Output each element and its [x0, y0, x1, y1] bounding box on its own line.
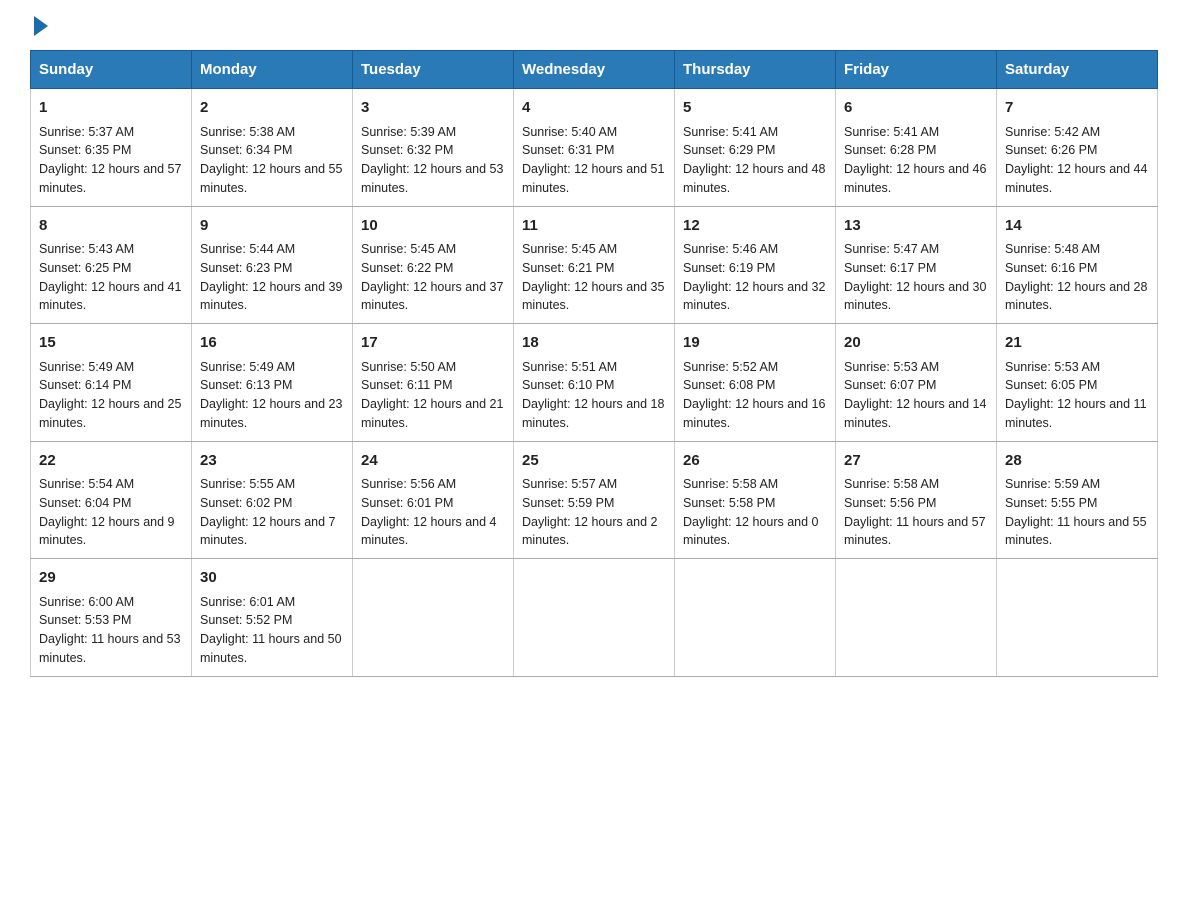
calendar-cell: 16Sunrise: 5:49 AMSunset: 6:13 PMDayligh… — [192, 324, 353, 442]
calendar-cell: 19Sunrise: 5:52 AMSunset: 6:08 PMDayligh… — [675, 324, 836, 442]
calendar-header-sunday: Sunday — [31, 51, 192, 89]
day-number: 6 — [844, 97, 988, 120]
day-number: 13 — [844, 215, 988, 238]
calendar-header-wednesday: Wednesday — [514, 51, 675, 89]
day-number: 15 — [39, 332, 183, 355]
day-number: 25 — [522, 450, 666, 473]
calendar-cell — [675, 559, 836, 677]
calendar-cell: 15Sunrise: 5:49 AMSunset: 6:14 PMDayligh… — [31, 324, 192, 442]
calendar-cell: 14Sunrise: 5:48 AMSunset: 6:16 PMDayligh… — [997, 206, 1158, 324]
calendar-week-row-1: 1Sunrise: 5:37 AMSunset: 6:35 PMDaylight… — [31, 89, 1158, 207]
calendar-week-row-2: 8Sunrise: 5:43 AMSunset: 6:25 PMDaylight… — [31, 206, 1158, 324]
calendar-cell: 29Sunrise: 6:00 AMSunset: 5:53 PMDayligh… — [31, 559, 192, 677]
day-number: 5 — [683, 97, 827, 120]
calendar-week-row-3: 15Sunrise: 5:49 AMSunset: 6:14 PMDayligh… — [31, 324, 1158, 442]
calendar-week-row-5: 29Sunrise: 6:00 AMSunset: 5:53 PMDayligh… — [31, 559, 1158, 677]
day-number: 28 — [1005, 450, 1149, 473]
calendar-cell: 8Sunrise: 5:43 AMSunset: 6:25 PMDaylight… — [31, 206, 192, 324]
calendar-cell: 10Sunrise: 5:45 AMSunset: 6:22 PMDayligh… — [353, 206, 514, 324]
day-number: 30 — [200, 567, 344, 590]
calendar-cell: 3Sunrise: 5:39 AMSunset: 6:32 PMDaylight… — [353, 89, 514, 207]
calendar-header-thursday: Thursday — [675, 51, 836, 89]
day-number: 16 — [200, 332, 344, 355]
day-number: 18 — [522, 332, 666, 355]
calendar-cell — [997, 559, 1158, 677]
calendar-cell: 23Sunrise: 5:55 AMSunset: 6:02 PMDayligh… — [192, 441, 353, 559]
calendar-header-tuesday: Tuesday — [353, 51, 514, 89]
day-number: 3 — [361, 97, 505, 120]
day-number: 26 — [683, 450, 827, 473]
calendar-cell — [353, 559, 514, 677]
calendar-cell: 27Sunrise: 5:58 AMSunset: 5:56 PMDayligh… — [836, 441, 997, 559]
day-number: 10 — [361, 215, 505, 238]
calendar-cell: 5Sunrise: 5:41 AMSunset: 6:29 PMDaylight… — [675, 89, 836, 207]
calendar-cell: 13Sunrise: 5:47 AMSunset: 6:17 PMDayligh… — [836, 206, 997, 324]
day-number: 23 — [200, 450, 344, 473]
calendar-cell: 25Sunrise: 5:57 AMSunset: 5:59 PMDayligh… — [514, 441, 675, 559]
logo-arrow-icon — [34, 16, 48, 36]
day-number: 29 — [39, 567, 183, 590]
calendar-cell: 7Sunrise: 5:42 AMSunset: 6:26 PMDaylight… — [997, 89, 1158, 207]
calendar-cell: 24Sunrise: 5:56 AMSunset: 6:01 PMDayligh… — [353, 441, 514, 559]
calendar-header-row: SundayMondayTuesdayWednesdayThursdayFrid… — [31, 51, 1158, 89]
calendar-cell: 26Sunrise: 5:58 AMSunset: 5:58 PMDayligh… — [675, 441, 836, 559]
calendar-cell: 28Sunrise: 5:59 AMSunset: 5:55 PMDayligh… — [997, 441, 1158, 559]
day-number: 19 — [683, 332, 827, 355]
calendar-cell: 30Sunrise: 6:01 AMSunset: 5:52 PMDayligh… — [192, 559, 353, 677]
day-number: 1 — [39, 97, 183, 120]
calendar-header-monday: Monday — [192, 51, 353, 89]
day-number: 20 — [844, 332, 988, 355]
calendar-cell: 4Sunrise: 5:40 AMSunset: 6:31 PMDaylight… — [514, 89, 675, 207]
day-number: 11 — [522, 215, 666, 238]
day-number: 4 — [522, 97, 666, 120]
calendar-header-friday: Friday — [836, 51, 997, 89]
calendar-cell — [514, 559, 675, 677]
day-number: 14 — [1005, 215, 1149, 238]
calendar-cell: 11Sunrise: 5:45 AMSunset: 6:21 PMDayligh… — [514, 206, 675, 324]
page-header — [30, 20, 1158, 30]
day-number: 12 — [683, 215, 827, 238]
day-number: 21 — [1005, 332, 1149, 355]
calendar-header-saturday: Saturday — [997, 51, 1158, 89]
day-number: 9 — [200, 215, 344, 238]
calendar-cell: 21Sunrise: 5:53 AMSunset: 6:05 PMDayligh… — [997, 324, 1158, 442]
calendar-cell: 2Sunrise: 5:38 AMSunset: 6:34 PMDaylight… — [192, 89, 353, 207]
day-number: 27 — [844, 450, 988, 473]
calendar-week-row-4: 22Sunrise: 5:54 AMSunset: 6:04 PMDayligh… — [31, 441, 1158, 559]
calendar-cell — [836, 559, 997, 677]
logo — [30, 20, 48, 30]
calendar-cell: 20Sunrise: 5:53 AMSunset: 6:07 PMDayligh… — [836, 324, 997, 442]
calendar-cell: 12Sunrise: 5:46 AMSunset: 6:19 PMDayligh… — [675, 206, 836, 324]
calendar-cell: 6Sunrise: 5:41 AMSunset: 6:28 PMDaylight… — [836, 89, 997, 207]
calendar-cell: 18Sunrise: 5:51 AMSunset: 6:10 PMDayligh… — [514, 324, 675, 442]
day-number: 7 — [1005, 97, 1149, 120]
day-number: 2 — [200, 97, 344, 120]
calendar-cell: 22Sunrise: 5:54 AMSunset: 6:04 PMDayligh… — [31, 441, 192, 559]
day-number: 24 — [361, 450, 505, 473]
day-number: 8 — [39, 215, 183, 238]
calendar-cell: 17Sunrise: 5:50 AMSunset: 6:11 PMDayligh… — [353, 324, 514, 442]
calendar-table: SundayMondayTuesdayWednesdayThursdayFrid… — [30, 50, 1158, 677]
calendar-cell: 1Sunrise: 5:37 AMSunset: 6:35 PMDaylight… — [31, 89, 192, 207]
day-number: 22 — [39, 450, 183, 473]
calendar-cell: 9Sunrise: 5:44 AMSunset: 6:23 PMDaylight… — [192, 206, 353, 324]
day-number: 17 — [361, 332, 505, 355]
